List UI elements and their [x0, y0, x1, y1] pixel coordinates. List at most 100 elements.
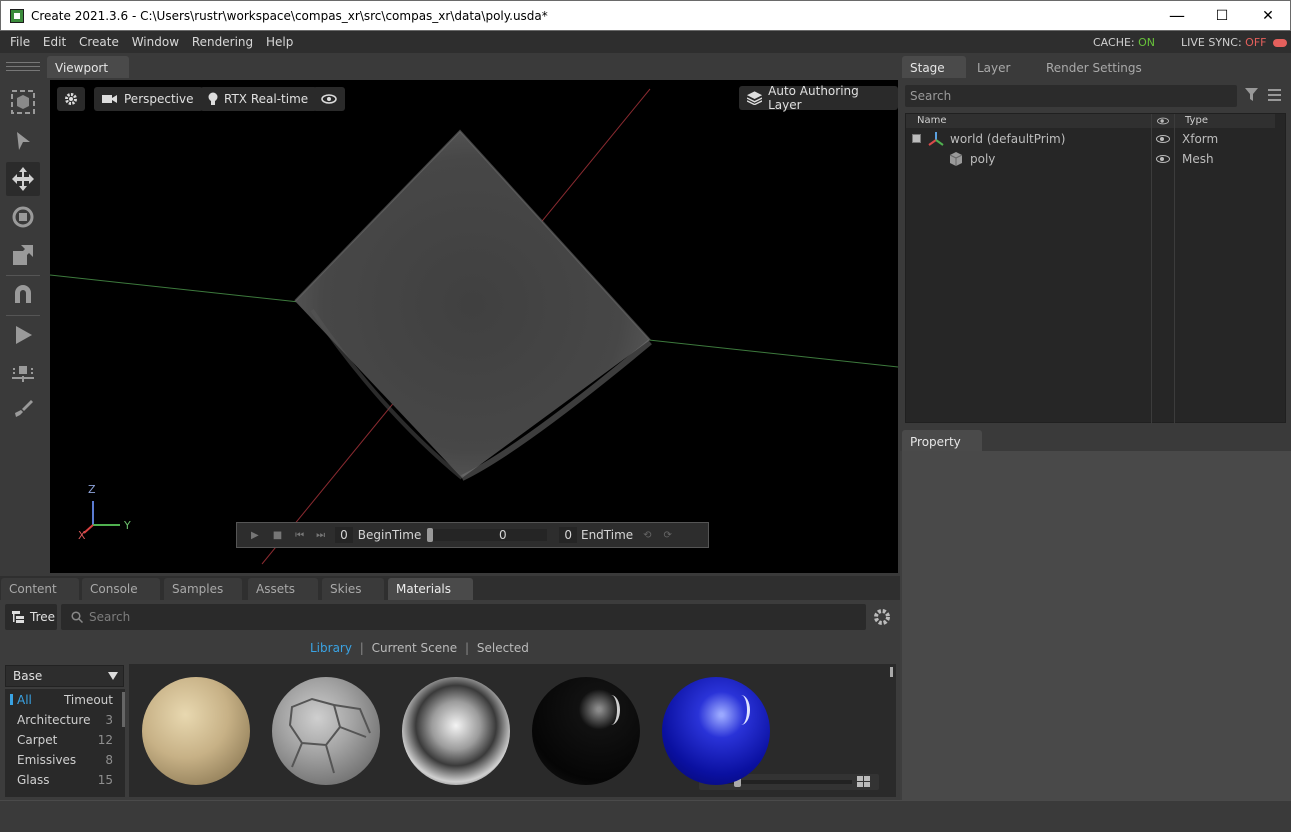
perspective-button[interactable]: Perspective [94, 87, 203, 111]
materials-settings-gear-icon[interactable] [873, 608, 891, 629]
title-bar: Create 2021.3.6 - C:\Users\rustr\workspa… [0, 0, 1291, 31]
column-name[interactable]: Name [917, 115, 947, 126]
stage-tree-header: Name Type [906, 114, 1275, 128]
viewport-settings-button[interactable] [57, 87, 85, 111]
live-sync-value: OFF [1245, 36, 1267, 49]
poly-mesh [295, 131, 650, 478]
visibility-eye-icon[interactable] [1156, 155, 1170, 163]
refresh-icon[interactable]: ⟳ [664, 530, 672, 541]
menu-window[interactable]: Window [127, 31, 183, 49]
play-icon[interactable]: ▶ [251, 530, 259, 541]
category-glass[interactable]: Glass [17, 773, 50, 787]
tab-layer[interactable]: Layer [969, 56, 1034, 78]
start-time-field[interactable]: 0 [335, 527, 353, 543]
category-list: All Timeout Architecture 3 Carpet 12 Emi… [5, 689, 125, 797]
stop-icon[interactable]: ■ [273, 530, 282, 541]
tab-content[interactable]: Content [1, 578, 79, 600]
status-bar [0, 800, 1291, 832]
renderer-label: RTX Real-time [224, 92, 309, 106]
filter-icon[interactable] [1245, 88, 1258, 104]
material-thumb-sandstone[interactable] [142, 677, 250, 785]
material-thumb-tiles[interactable] [272, 677, 380, 785]
menu-help[interactable]: Help [261, 31, 297, 49]
play-icon[interactable] [6, 318, 40, 352]
hamburger-menu-icon[interactable] [1268, 89, 1281, 104]
menu-file[interactable]: File [0, 31, 34, 49]
menu-rendering[interactable]: Rendering [187, 31, 257, 49]
gear-icon [65, 93, 77, 105]
grid-view-icon[interactable] [857, 776, 870, 788]
close-button[interactable]: ✕ [1253, 5, 1283, 27]
material-thumb-black-gloss[interactable] [532, 677, 640, 785]
filter-library[interactable]: Library [310, 641, 352, 655]
stage-search-input[interactable]: Search [905, 85, 1237, 107]
filter-separator: | [359, 641, 364, 655]
filter-current-scene[interactable]: Current Scene [372, 641, 457, 655]
visibility-button[interactable] [313, 87, 345, 111]
drop-to-floor-icon[interactable] [6, 356, 40, 390]
filter-selected[interactable]: Selected [477, 641, 529, 655]
tab-property[interactable]: Property [902, 430, 982, 452]
auto-authoring-layer-button[interactable]: Auto Authoring Layer [739, 84, 898, 112]
end-time-field[interactable]: 0 [559, 527, 577, 543]
tab-render-settings[interactable]: Render Settings [1038, 56, 1156, 78]
category-scrollbar[interactable] [122, 692, 125, 727]
tree-row-world[interactable]: world (defaultPrim) Xform [906, 129, 1287, 149]
menu-edit[interactable]: Edit [38, 31, 70, 49]
rotate-tool-icon[interactable] [6, 200, 40, 234]
tab-skies[interactable]: Skies [322, 578, 384, 600]
menu-create[interactable]: Create [74, 31, 123, 49]
category-emissives[interactable]: Emissives [17, 753, 76, 767]
tab-samples[interactable]: Samples [164, 578, 242, 600]
skip-forward-icon[interactable]: ⏭ [316, 530, 325, 541]
category-architecture[interactable]: Architecture [17, 713, 90, 727]
paint-brush-icon[interactable] [6, 392, 40, 426]
base-select[interactable]: Base [5, 665, 124, 687]
tab-console[interactable]: Console [82, 578, 160, 600]
tree-toggle-button[interactable]: Tree [5, 604, 57, 630]
tab-viewport[interactable]: Viewport [47, 56, 129, 78]
visibility-column-eye-icon[interactable] [1157, 117, 1169, 125]
scene-render [50, 88, 898, 565]
select-arrow-icon[interactable] [6, 124, 40, 158]
material-thumb-chrome[interactable] [402, 677, 510, 785]
tree-icon [12, 611, 24, 623]
skip-back-icon[interactable]: ⏮ [295, 530, 304, 541]
tab-materials[interactable]: Materials [388, 578, 473, 600]
search-icon [71, 611, 83, 623]
category-all[interactable]: All [17, 693, 32, 707]
collapse-icon[interactable] [912, 134, 921, 143]
viewport-canvas[interactable]: Perspective RTX Real-time Auto Authoring… [50, 80, 898, 573]
tab-stage[interactable]: Stage [902, 56, 966, 78]
toolbar-grip[interactable] [6, 62, 40, 71]
material-thumb-blue-gloss[interactable] [662, 677, 770, 785]
specular-highlight [732, 695, 750, 725]
category-carpet[interactable]: Carpet [17, 733, 57, 747]
materials-search-input[interactable]: Search [61, 604, 866, 630]
thumbnail-scrollbar[interactable] [890, 667, 893, 677]
mesh-cube-icon [949, 152, 963, 166]
renderer-button[interactable]: RTX Real-time [200, 87, 318, 111]
minimize-button[interactable]: — [1162, 5, 1192, 27]
scale-tool-icon[interactable] [6, 238, 40, 272]
category-count: 3 [105, 713, 113, 727]
toolbar-separator [6, 275, 40, 276]
selected-indicator [10, 694, 13, 705]
tree-row-poly[interactable]: poly Mesh [906, 149, 1287, 169]
column-type[interactable]: Type [1185, 115, 1208, 126]
live-sync-status[interactable]: LIVE SYNC: OFF [1181, 36, 1287, 49]
cache-label: CACHE: [1093, 36, 1135, 49]
snap-magnet-icon[interactable] [6, 278, 40, 312]
eye-icon [321, 94, 337, 104]
slider-handle[interactable] [427, 528, 434, 542]
tab-assets[interactable]: Assets [248, 578, 318, 600]
visibility-eye-icon[interactable] [1156, 135, 1170, 143]
move-tool-icon[interactable] [6, 162, 40, 196]
loop-icon[interactable]: ⟲ [643, 530, 651, 541]
maximize-button[interactable]: ☐ [1207, 5, 1237, 27]
time-slider[interactable] [427, 528, 548, 542]
lightbulb-icon [208, 92, 218, 105]
tree-row-label: poly [970, 152, 996, 166]
select-mode-icon[interactable] [6, 85, 40, 119]
cache-status[interactable]: CACHE: ON [1093, 36, 1155, 49]
